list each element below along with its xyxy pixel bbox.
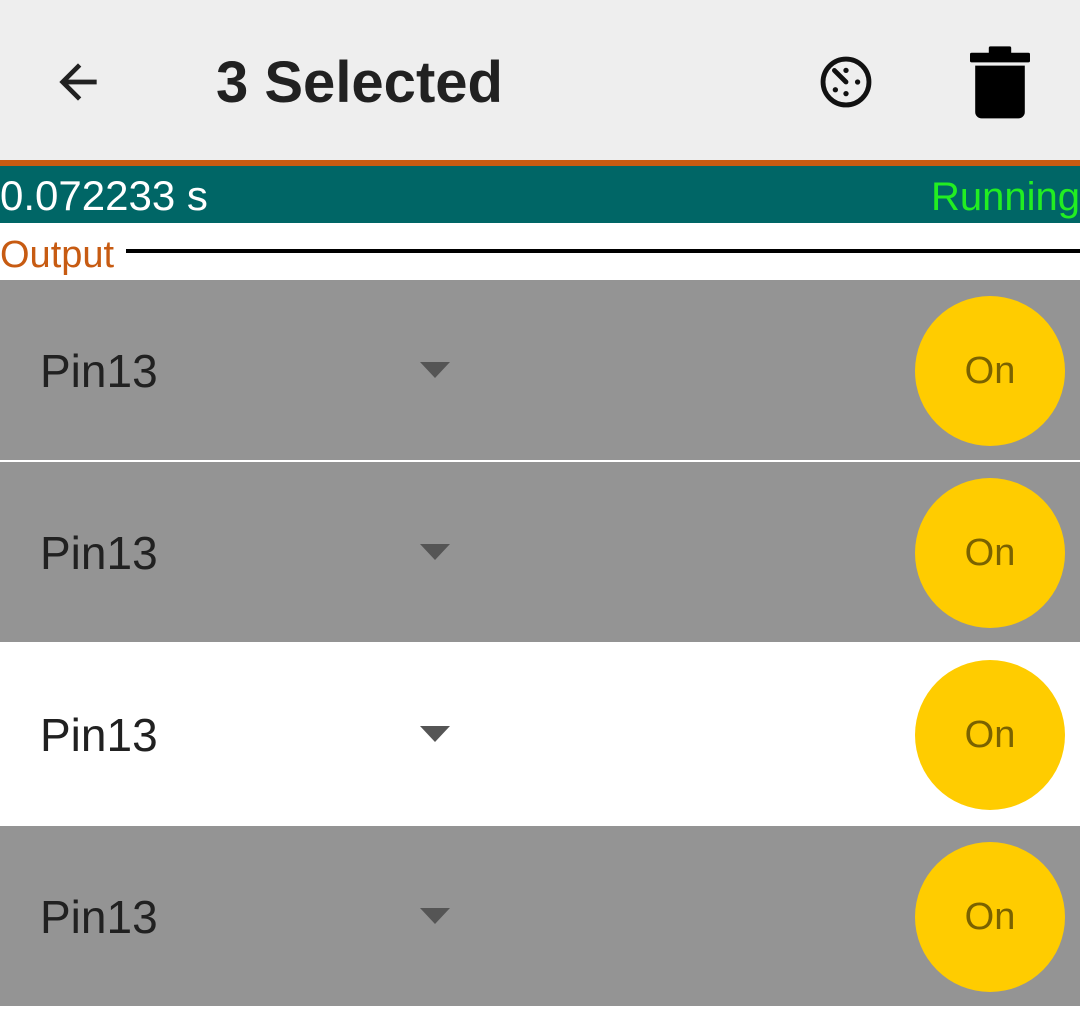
output-row[interactable]: Pin13 On bbox=[0, 644, 1080, 824]
timer-icon bbox=[820, 56, 872, 108]
pin-dropdown[interactable]: Pin13 bbox=[0, 462, 480, 642]
toggle-label: On bbox=[964, 532, 1016, 574]
status-bar: 0.072233 s Running bbox=[0, 166, 1080, 223]
back-button[interactable] bbox=[38, 40, 118, 124]
pin-label: Pin13 bbox=[40, 891, 158, 943]
toggle-button[interactable]: On bbox=[915, 296, 1065, 446]
section-divider bbox=[126, 249, 1080, 253]
dropdown-arrow-icon bbox=[420, 726, 450, 742]
dropdown-arrow-icon bbox=[420, 908, 450, 924]
output-row[interactable]: Pin13 On bbox=[0, 826, 1080, 1006]
output-list: Pin13 On Pin13 On Pin13 On Pin13 On bbox=[0, 280, 1080, 1006]
timer-button[interactable] bbox=[806, 42, 886, 122]
section-header: Output bbox=[0, 223, 1080, 280]
pin-label: Pin13 bbox=[40, 345, 158, 397]
toggle-button[interactable]: On bbox=[915, 842, 1065, 992]
pin-label: Pin13 bbox=[40, 527, 158, 579]
pin-dropdown[interactable]: Pin13 bbox=[0, 280, 480, 460]
pin-dropdown[interactable]: Pin13 bbox=[0, 826, 480, 1006]
section-label: Output bbox=[0, 233, 117, 277]
toggle-label: On bbox=[964, 350, 1016, 392]
elapsed-time: 0.072233 s bbox=[0, 172, 208, 219]
toggle-button[interactable]: On bbox=[915, 478, 1065, 628]
toggle-button[interactable]: On bbox=[915, 660, 1065, 810]
toggle-label: On bbox=[964, 714, 1016, 756]
trash-icon bbox=[970, 46, 1030, 119]
output-row[interactable]: Pin13 On bbox=[0, 462, 1080, 642]
pin-label: Pin13 bbox=[40, 709, 158, 761]
pin-dropdown[interactable]: Pin13 bbox=[0, 644, 480, 824]
arrow-back-icon bbox=[59, 63, 97, 101]
dropdown-arrow-icon bbox=[420, 544, 450, 560]
output-row[interactable]: Pin13 On bbox=[0, 280, 1080, 460]
toggle-label: On bbox=[964, 896, 1016, 938]
app-bar: 3 Selected bbox=[0, 0, 1080, 160]
page-title: 3 Selected bbox=[216, 50, 503, 115]
dropdown-arrow-icon bbox=[420, 362, 450, 378]
run-state-label: Running bbox=[930, 175, 1080, 219]
delete-button[interactable] bbox=[958, 40, 1042, 124]
